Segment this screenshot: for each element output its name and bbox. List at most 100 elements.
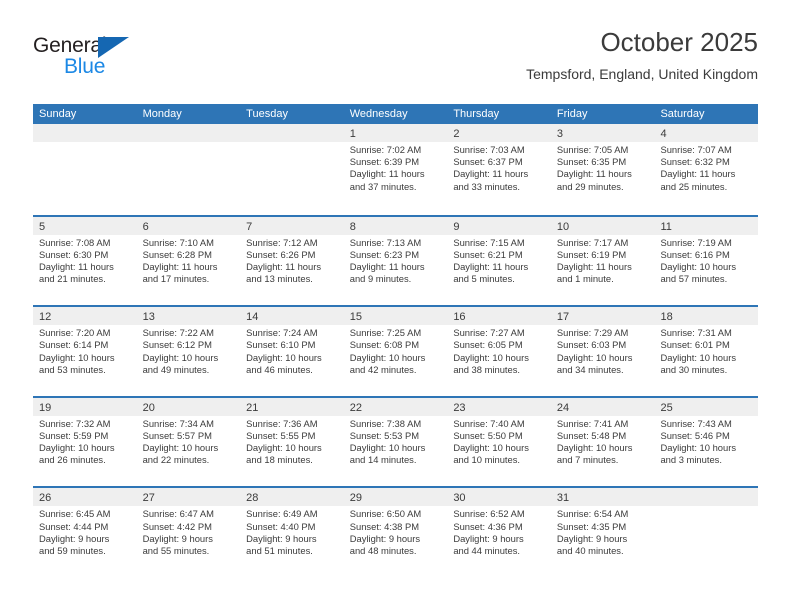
- day-number: 15: [349, 311, 362, 324]
- calendar-day-cell[interactable]: 22 Sunrise: 7:38 AM Sunset: 5:53 PM Dayl…: [343, 397, 448, 487]
- sunrise-text: Sunrise: 6:47 AM: [142, 508, 214, 520]
- day-number-band: 26: [33, 488, 137, 507]
- day-details: Sunrise: 7:27 AM Sunset: 6:05 PM Dayligh…: [447, 325, 551, 376]
- calendar-day-cell[interactable]: 8 Sunrise: 7:13 AM Sunset: 6:23 PM Dayli…: [343, 216, 448, 306]
- calendar-day-cell[interactable]: 27 Sunrise: 6:47 AM Sunset: 4:42 PM Dayl…: [136, 488, 241, 577]
- sunset-text: Sunset: 6:19 PM: [556, 248, 627, 260]
- sunrise-text: Sunrise: 7:27 AM: [453, 327, 525, 339]
- daylight-text-line1: Daylight: 9 hours: [142, 532, 213, 544]
- day-number: 12: [39, 311, 52, 324]
- calendar-day-cell[interactable]: 19 Sunrise: 7:32 AM Sunset: 5:59 PM Dayl…: [33, 397, 137, 487]
- daylight-text-line2: and 25 minutes.: [660, 180, 728, 192]
- daylight-text-line2: and 13 minutes.: [246, 273, 313, 285]
- daylight-text-line1: Daylight: 10 hours: [349, 442, 426, 454]
- calendar-day-cell[interactable]: 16 Sunrise: 7:27 AM Sunset: 6:05 PM Dayl…: [447, 307, 551, 396]
- calendar-day-cell[interactable]: 18 Sunrise: 7:31 AM Sunset: 6:01 PM Dayl…: [654, 307, 759, 396]
- title-block: October 2025 Tempsford, England, United …: [526, 26, 758, 84]
- calendar-day-cell[interactable]: 2 Sunrise: 7:03 AM Sunset: 6:37 PM Dayli…: [447, 124, 551, 215]
- day-number-band: 30: [447, 488, 551, 507]
- daylight-text-line2: and 38 minutes.: [453, 363, 521, 375]
- general-blue-logo[interactable]: General Blue: [33, 34, 173, 86]
- sunrise-text: Sunrise: 6:49 AM: [246, 508, 318, 520]
- calendar-week-row: 5 Sunrise: 7:08 AM Sunset: 6:30 PM Dayli…: [33, 214, 759, 306]
- calendar-day-cell[interactable]: 21 Sunrise: 7:36 AM Sunset: 5:55 PM Dayl…: [240, 397, 344, 487]
- day-number: 3: [556, 128, 564, 140]
- sunset-text: Sunset: 5:48 PM: [556, 429, 627, 441]
- calendar-day-cell[interactable]: 6 Sunrise: 7:10 AM Sunset: 6:28 PM Dayli…: [136, 216, 241, 306]
- sunset-text: Sunset: 6:26 PM: [246, 248, 316, 260]
- daylight-text-line2: and 33 minutes.: [453, 180, 521, 192]
- sunset-text: Sunset: 6:23 PM: [349, 248, 420, 260]
- calendar-day-cell[interactable]: 29 Sunrise: 6:50 AM Sunset: 4:38 PM Dayl…: [343, 488, 448, 577]
- calendar-day-cell[interactable]: [240, 124, 344, 215]
- calendar-day-cell[interactable]: 15 Sunrise: 7:25 AM Sunset: 6:08 PM Dayl…: [343, 307, 448, 396]
- day-number: 26: [39, 492, 52, 505]
- calendar-day-cell[interactable]: 24 Sunrise: 7:41 AM Sunset: 5:48 PM Dayl…: [550, 397, 655, 487]
- sunset-text: Sunset: 6:05 PM: [453, 339, 523, 351]
- day-details: Sunrise: 7:38 AM Sunset: 5:53 PM Dayligh…: [344, 416, 448, 467]
- sunset-text: Sunset: 6:16 PM: [660, 248, 730, 260]
- daylight-text-line1: Daylight: 11 hours: [349, 168, 425, 180]
- weekday-header-thursday: Thursday: [453, 108, 500, 120]
- weekday-header-monday: Monday: [142, 108, 182, 120]
- day-number-band: 16: [447, 307, 551, 326]
- calendar-day-cell[interactable]: 25 Sunrise: 7:43 AM Sunset: 5:46 PM Dayl…: [654, 397, 759, 487]
- day-number: 4: [660, 128, 667, 140]
- day-details: Sunrise: 7:19 AM Sunset: 6:16 PM Dayligh…: [654, 235, 758, 286]
- daylight-text-line2: and 5 minutes.: [453, 273, 515, 285]
- sunrise-text: Sunrise: 7:12 AM: [246, 236, 318, 248]
- day-details: [137, 142, 241, 144]
- sunset-text: Sunset: 5:50 PM: [453, 429, 523, 441]
- calendar-day-cell[interactable]: 7 Sunrise: 7:12 AM Sunset: 6:26 PM Dayli…: [240, 216, 344, 306]
- calendar-day-cell[interactable]: 26 Sunrise: 6:45 AM Sunset: 4:44 PM Dayl…: [33, 488, 137, 577]
- daylight-text-line2: and 44 minutes.: [453, 544, 521, 556]
- day-details: [33, 142, 137, 144]
- day-number: 8: [349, 220, 356, 233]
- calendar-day-cell[interactable]: 31 Sunrise: 6:54 AM Sunset: 4:35 PM Dayl…: [550, 488, 655, 577]
- calendar-day-cell[interactable]: 3 Sunrise: 7:05 AM Sunset: 6:35 PM Dayli…: [550, 124, 655, 215]
- calendar-day-cell[interactable]: 23 Sunrise: 7:40 AM Sunset: 5:50 PM Dayl…: [447, 397, 551, 487]
- calendar-day-cell[interactable]: [654, 488, 759, 577]
- sunset-text: Sunset: 4:35 PM: [556, 520, 627, 532]
- daylight-text-line2: and 37 minutes.: [349, 180, 417, 192]
- calendar-day-cell[interactable]: 14 Sunrise: 7:24 AM Sunset: 6:10 PM Dayl…: [240, 307, 344, 396]
- day-details: Sunrise: 6:47 AM Sunset: 4:42 PM Dayligh…: [137, 506, 241, 557]
- day-number: 24: [556, 401, 570, 414]
- calendar-day-cell[interactable]: 9 Sunrise: 7:15 AM Sunset: 6:21 PM Dayli…: [447, 216, 551, 306]
- day-number-band: 31: [550, 488, 655, 507]
- day-details: Sunrise: 7:17 AM Sunset: 6:19 PM Dayligh…: [551, 235, 655, 286]
- daylight-text-line2: and 3 minutes.: [660, 454, 722, 466]
- daylight-text-line1: Daylight: 11 hours: [556, 261, 632, 272]
- calendar-page: General Blue October 2025 Tempsford, Eng…: [0, 0, 792, 612]
- calendar-day-cell[interactable]: 11 Sunrise: 7:19 AM Sunset: 6:16 PM Dayl…: [654, 216, 759, 306]
- calendar-day-cell[interactable]: 30 Sunrise: 6:52 AM Sunset: 4:36 PM Dayl…: [447, 488, 551, 577]
- daylight-text-line1: Daylight: 11 hours: [453, 168, 529, 180]
- day-number-band: 22: [343, 397, 448, 416]
- day-details: Sunrise: 7:31 AM Sunset: 6:01 PM Dayligh…: [654, 325, 758, 376]
- day-number: 31: [556, 492, 570, 505]
- day-details: Sunrise: 7:40 AM Sunset: 5:50 PM Dayligh…: [447, 416, 551, 467]
- day-number-band: 18: [654, 307, 759, 326]
- calendar-day-cell[interactable]: [136, 124, 241, 215]
- day-details: Sunrise: 6:54 AM Sunset: 4:35 PM Dayligh…: [551, 506, 655, 557]
- page-title: October 2025: [600, 27, 758, 57]
- day-details: Sunrise: 7:43 AM Sunset: 5:46 PM Dayligh…: [654, 416, 758, 467]
- daylight-text-line1: Daylight: 9 hours: [39, 532, 110, 544]
- calendar-day-cell[interactable]: [33, 124, 137, 215]
- calendar-day-cell[interactable]: 4 Sunrise: 7:07 AM Sunset: 6:32 PM Dayli…: [654, 124, 759, 215]
- calendar-day-cell[interactable]: 17 Sunrise: 7:29 AM Sunset: 6:03 PM Dayl…: [550, 307, 655, 396]
- calendar-day-cell[interactable]: 28 Sunrise: 6:49 AM Sunset: 4:40 PM Dayl…: [240, 488, 344, 577]
- day-number-band: [654, 488, 759, 507]
- calendar-day-cell[interactable]: 12 Sunrise: 7:20 AM Sunset: 6:14 PM Dayl…: [33, 307, 137, 396]
- calendar-day-cell[interactable]: 5 Sunrise: 7:08 AM Sunset: 6:30 PM Dayli…: [33, 216, 137, 306]
- calendar-day-cell[interactable]: 13 Sunrise: 7:22 AM Sunset: 6:12 PM Dayl…: [136, 307, 241, 396]
- weekday-header-sunday: Sunday: [39, 108, 77, 120]
- daylight-text-line1: Daylight: 10 hours: [556, 351, 633, 363]
- day-details: Sunrise: 7:25 AM Sunset: 6:08 PM Dayligh…: [344, 325, 448, 376]
- daylight-text-line1: Daylight: 9 hours: [246, 532, 317, 544]
- calendar-grid: Sunday Monday Tuesday Wednesday Thursday…: [33, 104, 759, 577]
- sunset-text: Sunset: 5:46 PM: [660, 429, 730, 441]
- calendar-day-cell[interactable]: 1 Sunrise: 7:02 AM Sunset: 6:39 PM Dayli…: [343, 124, 448, 215]
- calendar-day-cell[interactable]: 20 Sunrise: 7:34 AM Sunset: 5:57 PM Dayl…: [136, 397, 241, 487]
- calendar-day-cell[interactable]: 10 Sunrise: 7:17 AM Sunset: 6:19 PM Dayl…: [550, 216, 655, 306]
